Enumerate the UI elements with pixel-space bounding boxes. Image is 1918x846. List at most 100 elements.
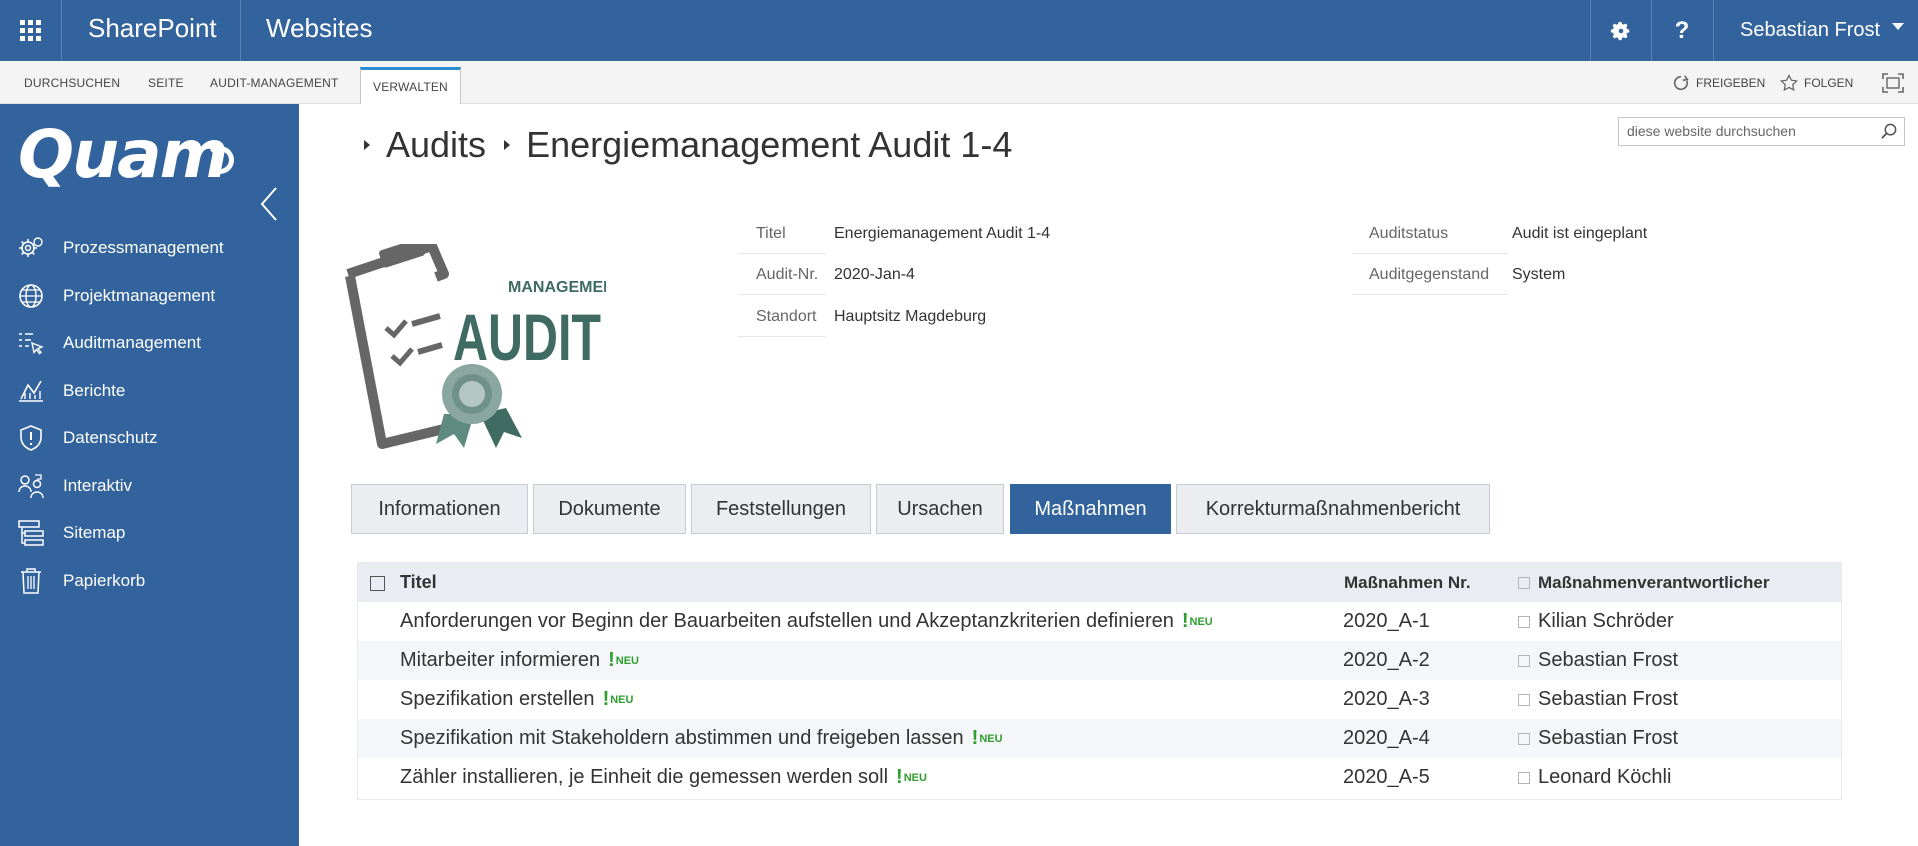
collapse-nav-icon[interactable]	[258, 186, 280, 222]
row-title[interactable]: Zähler installieren, je Einheit die geme…	[400, 766, 888, 789]
row-checkbox[interactable]	[1518, 771, 1530, 784]
help-icon: ?	[1674, 16, 1690, 44]
nav-label: Projektmanagement	[63, 286, 216, 305]
follow-button[interactable]: FOLGEN	[1780, 61, 1853, 104]
row-checkbox[interactable]	[1518, 654, 1530, 667]
row-checkbox[interactable]	[1518, 732, 1530, 745]
nav-item-prozessmanagement[interactable]: Prozessmanagement	[0, 228, 299, 268]
nav-label: Datenschutz	[63, 428, 158, 447]
nav-label: Berichte	[63, 381, 126, 400]
audit-logo-main-text: AUDIT	[453, 300, 601, 374]
column-header-owner[interactable]: Maßnahmenverantwortlicher	[1518, 563, 1769, 602]
ribbon-tab-seite[interactable]: SEITE	[148, 61, 184, 104]
row-nr: 2020_A-3	[1343, 688, 1430, 710]
field-value-audit-nr: 2020-Jan-4	[834, 266, 915, 283]
share-icon	[1673, 74, 1689, 90]
quam-logo[interactable]: Quam	[18, 116, 228, 193]
field-value-auditgegenstand: System	[1512, 266, 1566, 283]
breadcrumb: Audits Energiemanagement Audit 1-4	[360, 124, 1012, 166]
search-icon[interactable]	[1881, 123, 1898, 140]
tab-massnahmen[interactable]: Maßnahmen	[1010, 484, 1171, 534]
table-row[interactable]: Spezifikation erstellen ! NEU 2020_A-3 Seb…	[358, 680, 1841, 719]
people-icon	[16, 471, 46, 501]
row-nr: 2020_A-2	[1343, 649, 1430, 671]
suite-bar: SharePoint Websites ? Sebastian Frost	[0, 0, 1918, 61]
nav-item-berichte[interactable]: Berichte	[0, 371, 299, 411]
audit-management-illustration: MANAGEMENT AUDIT	[345, 244, 606, 449]
field-value-standort: Hauptsitz Magdeburg	[834, 308, 987, 325]
nav-item-datenschutz[interactable]: Datenschutz	[0, 418, 299, 458]
follow-label: FOLGEN	[1804, 75, 1854, 90]
app-launcher-button[interactable]	[0, 0, 62, 61]
row-nr: 2020_A-1	[1343, 610, 1430, 632]
row-title[interactable]: Spezifikation erstellen	[400, 688, 595, 711]
tab-dokumente[interactable]: Dokumente	[533, 484, 686, 534]
row-owner[interactable]: Sebastian Frost	[1538, 649, 1678, 672]
user-menu[interactable]: Sebastian Frost	[1713, 0, 1918, 61]
row-nr: 2020_A-4	[1343, 727, 1430, 749]
left-navigation: Quam Prozessmanagement Projektmanagement…	[0, 104, 299, 846]
tab-ursachen[interactable]: Ursachen	[876, 484, 1004, 534]
site-title[interactable]: Websites	[266, 13, 372, 44]
tab-feststellungen[interactable]: Feststellungen	[691, 484, 871, 534]
row-title[interactable]: Spezifikation mit Stakeholdern abstimmen…	[400, 727, 964, 750]
tab-informationen[interactable]: Informationen	[351, 484, 528, 534]
help-button[interactable]: ?	[1651, 0, 1712, 61]
table-row[interactable]: Anforderungen vor Beginn der Bauarbeiten…	[358, 602, 1841, 641]
table-header: Titel Maßnahmen Nr. Maßnahmenverantwortl…	[358, 563, 1841, 602]
tab-korrekturmassnahmenbericht[interactable]: Korrekturmaßnahmenbericht	[1176, 484, 1490, 534]
row-owner[interactable]: Sebastian Frost	[1538, 688, 1678, 711]
row-owner[interactable]: Kilian Schröder	[1538, 610, 1674, 633]
row-title[interactable]: Mitarbeiter informieren	[400, 649, 600, 672]
row-title[interactable]: Anforderungen vor Beginn der Bauarbeiten…	[400, 610, 1174, 633]
share-label: FREIGEBEN	[1696, 75, 1766, 90]
row-checkbox[interactable]	[1518, 615, 1530, 628]
globe-icon	[16, 281, 46, 311]
field-label-auditstatus: Auditstatus	[1352, 214, 1508, 254]
massnahmen-table: Titel Maßnahmen Nr. Maßnahmenverantwortl…	[357, 562, 1842, 800]
page-title: Energiemanagement Audit 1-4	[526, 124, 1013, 165]
ribbon-tab-audit-management[interactable]: AUDIT-MANAGEMENT	[210, 61, 339, 104]
settings-button[interactable]	[1590, 0, 1651, 61]
table-row[interactable]: Zähler installieren, je Einheit die geme…	[358, 758, 1841, 797]
row-nr: 2020_A-5	[1343, 766, 1430, 788]
focus-mode-button[interactable]	[1882, 61, 1904, 104]
field-value-titel: Energiemanagement Audit 1-4	[834, 225, 1051, 242]
nav-item-sitemap[interactable]: Sitemap	[0, 513, 299, 553]
nav-item-interaktiv[interactable]: Interaktiv	[0, 466, 299, 506]
row-checkbox[interactable]	[1518, 693, 1530, 706]
new-badge: ! NEU	[602, 688, 634, 710]
row-owner[interactable]: Sebastian Frost	[1538, 727, 1678, 750]
field-value-auditstatus: Audit ist eingeplant	[1512, 225, 1648, 242]
breadcrumb-arrow-icon	[504, 140, 511, 150]
share-button[interactable]: FREIGEBEN	[1672, 61, 1765, 104]
chevron-down-icon	[1892, 23, 1904, 30]
waffle-icon	[20, 20, 41, 41]
nav-label: Papierkorb	[63, 571, 146, 590]
breadcrumb-parent-link[interactable]: Audits	[386, 124, 486, 166]
column-header-nr[interactable]: Maßnahmen Nr.	[1344, 563, 1471, 602]
site-search-box[interactable]: diese website durchsuchen	[1618, 117, 1905, 146]
new-badge: ! NEU	[608, 649, 639, 671]
breadcrumb-arrow-icon	[364, 140, 370, 150]
gears-icon	[16, 233, 46, 263]
ribbon-tab-verwalten[interactable]: VERWALTEN	[360, 67, 461, 104]
trash-icon	[16, 566, 46, 596]
column-checkbox[interactable]	[1518, 576, 1530, 589]
column-header-titel[interactable]: Titel	[400, 563, 437, 602]
nav-label: Prozessmanagement	[63, 238, 224, 257]
shield-icon	[16, 423, 46, 453]
nav-item-projektmanagement[interactable]: Projektmanagement	[0, 276, 299, 316]
row-owner[interactable]: Leonard Köchli	[1538, 766, 1671, 789]
ribbon-tab-durchsuchen[interactable]: DURCHSUCHEN	[24, 61, 120, 104]
select-all-checkbox[interactable]	[370, 576, 385, 591]
nav-item-auditmanagement[interactable]: Auditmanagement	[0, 323, 299, 363]
nav-label: Sitemap	[63, 523, 126, 542]
sitemap-icon	[16, 518, 46, 548]
table-row[interactable]: Mitarbeiter informieren ! NEU 2020_A-2 Seb…	[358, 641, 1841, 680]
field-label-audit-nr: Audit-Nr.	[738, 255, 826, 295]
sharepoint-brand[interactable]: SharePoint	[88, 13, 217, 44]
nav-item-papierkorb[interactable]: Papierkorb	[0, 561, 299, 601]
star-icon	[1780, 73, 1798, 91]
table-row[interactable]: Spezifikation mit Stakeholdern abstimmen…	[358, 719, 1841, 758]
